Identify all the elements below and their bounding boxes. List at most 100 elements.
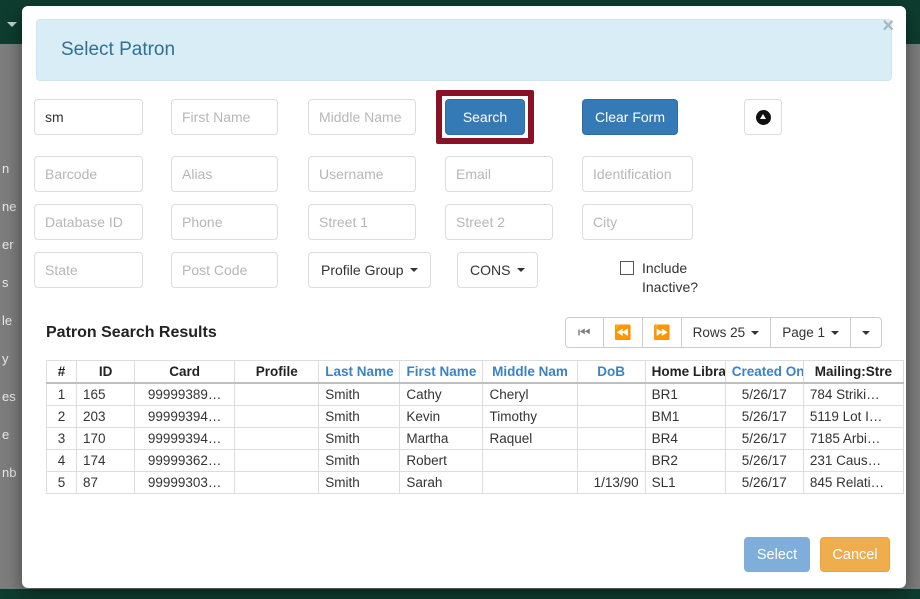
search-highlight-box: Search — [436, 90, 534, 144]
cons-cell: CONS — [457, 252, 594, 288]
cell-mailing-street: 845 Relati… — [803, 472, 903, 494]
last-name-input[interactable] — [34, 99, 143, 135]
table-row[interactable]: 2 203 99999394… Smith Kevin Timothy BM1 … — [47, 406, 904, 428]
search-form-row-2 — [34, 156, 894, 192]
cell-dob: 1/13/90 — [577, 472, 645, 494]
next-page-icon[interactable]: ⏩ — [643, 317, 682, 348]
phone-input[interactable] — [171, 204, 278, 240]
background-text-fragments: n ne er s le y es e nb — [0, 150, 24, 492]
cons-dropdown[interactable]: CONS — [457, 252, 538, 288]
include-inactive-label: Include Inactive? — [642, 259, 698, 297]
profile-group-label: Profile Group — [321, 262, 403, 278]
cell-profile — [235, 383, 319, 406]
col-header-num[interactable]: # — [47, 361, 77, 384]
cell-profile — [235, 406, 319, 428]
identification-input[interactable] — [582, 156, 693, 192]
search-button-cell: Search — [445, 99, 582, 144]
username-input[interactable] — [308, 156, 416, 192]
field-cell — [582, 204, 722, 240]
email-input[interactable] — [445, 156, 553, 192]
col-header-last-name[interactable]: Last Name — [319, 361, 400, 384]
field-cell — [445, 156, 582, 192]
cell-id: 174 — [77, 450, 135, 472]
cell-last-name: Smith — [319, 383, 400, 406]
cell-middle-name: Timothy — [483, 406, 577, 428]
table-row[interactable]: 5 87 99999303… Smith Sarah 1/13/90 SL1 5… — [47, 472, 904, 494]
results-title: Patron Search Results — [46, 324, 217, 342]
cell-home-library: BR4 — [645, 428, 725, 450]
clear-form-button[interactable]: Clear Form — [582, 99, 678, 135]
alias-input[interactable] — [171, 156, 278, 192]
street2-input[interactable] — [445, 204, 553, 240]
cell-last-name: Smith — [319, 406, 400, 428]
col-header-id[interactable]: ID — [77, 361, 135, 384]
chevron-down-icon — [751, 331, 759, 335]
clear-button-cell: Clear Form — [582, 99, 722, 135]
bg-fragment: es — [0, 378, 24, 416]
cell-first-name: Cathy — [400, 383, 483, 406]
cell-card: 99999389… — [135, 383, 235, 406]
cell-home-library: BR1 — [645, 383, 725, 406]
include-inactive-line1: Include — [642, 260, 687, 276]
field-cell — [582, 156, 722, 192]
search-button[interactable]: Search — [445, 99, 525, 135]
field-cell — [445, 204, 582, 240]
col-header-dob[interactable]: DoB — [577, 361, 645, 384]
table-header-row: # ID Card Profile Last Name First Name M… — [47, 361, 904, 384]
search-form-row-3 — [34, 204, 894, 240]
previous-page-icon[interactable]: ⏪ — [604, 317, 643, 348]
cell-created-on: 5/26/17 — [725, 406, 803, 428]
first-page-icon[interactable]: ⏮ — [565, 317, 604, 348]
cell-card: 99999394… — [135, 428, 235, 450]
col-header-middle-name[interactable]: Middle Nam — [483, 361, 577, 384]
include-inactive-line2: Inactive? — [642, 279, 698, 295]
field-cell — [34, 252, 171, 288]
cell-home-library: BR2 — [645, 450, 725, 472]
cell-num: 3 — [47, 428, 77, 450]
cell-id: 165 — [77, 383, 135, 406]
table-row[interactable]: 4 174 99999362… Smith Robert BR2 5/26/17… — [47, 450, 904, 472]
profile-group-dropdown[interactable]: Profile Group — [308, 252, 431, 288]
pager-menu-button[interactable] — [851, 317, 882, 348]
cell-middle-name — [483, 472, 577, 494]
include-inactive-checkbox[interactable]: Include Inactive? — [620, 252, 750, 297]
table-row[interactable]: 3 170 99999394… Smith Martha Raquel BR4 … — [47, 428, 904, 450]
first-name-input[interactable] — [171, 99, 278, 135]
field-cell — [171, 99, 308, 135]
col-header-home-library[interactable]: Home Librar — [645, 361, 725, 384]
col-header-created-on[interactable]: Created On — [725, 361, 803, 384]
dialog-footer: Select Cancel — [744, 537, 890, 572]
cancel-button[interactable]: Cancel — [820, 537, 890, 572]
select-button[interactable]: Select — [744, 537, 810, 572]
field-cell — [34, 99, 171, 135]
results-header: Patron Search Results ⏮ ⏪ ⏩ Rows 25 Page… — [46, 317, 882, 348]
background-footer-bar — [0, 589, 920, 599]
close-icon[interactable]: × — [882, 16, 894, 36]
middle-name-input[interactable] — [308, 99, 416, 135]
post-code-input[interactable] — [171, 252, 278, 288]
bg-fragment: le — [0, 302, 24, 340]
col-header-card[interactable]: Card — [135, 361, 235, 384]
page-dropdown[interactable]: Page 1 — [771, 317, 851, 348]
cell-profile — [235, 472, 319, 494]
checkbox-icon[interactable] — [620, 261, 634, 275]
col-header-mailing-street[interactable]: Mailing:Stre — [803, 361, 903, 384]
col-header-first-name[interactable]: First Name — [400, 361, 483, 384]
rows-per-page-dropdown[interactable]: Rows 25 — [682, 317, 772, 348]
cell-profile — [235, 428, 319, 450]
cell-created-on: 5/26/17 — [725, 472, 803, 494]
barcode-input[interactable] — [34, 156, 143, 192]
street1-input[interactable] — [308, 204, 416, 240]
chevron-down-icon — [831, 331, 839, 335]
cell-card: 99999303… — [135, 472, 235, 494]
bg-fragment: s — [0, 264, 24, 302]
database-id-input[interactable] — [34, 204, 143, 240]
table-row[interactable]: 1 165 99999389… Smith Cathy Cheryl BR1 5… — [47, 383, 904, 406]
cell-home-library: SL1 — [645, 472, 725, 494]
state-input[interactable] — [34, 252, 143, 288]
city-input[interactable] — [582, 204, 693, 240]
circle-arrow-up-icon-button[interactable] — [744, 99, 782, 135]
cell-created-on: 5/26/17 — [725, 383, 803, 406]
col-header-profile[interactable]: Profile — [235, 361, 319, 384]
cell-mailing-street: 7185 Arbi… — [803, 428, 903, 450]
